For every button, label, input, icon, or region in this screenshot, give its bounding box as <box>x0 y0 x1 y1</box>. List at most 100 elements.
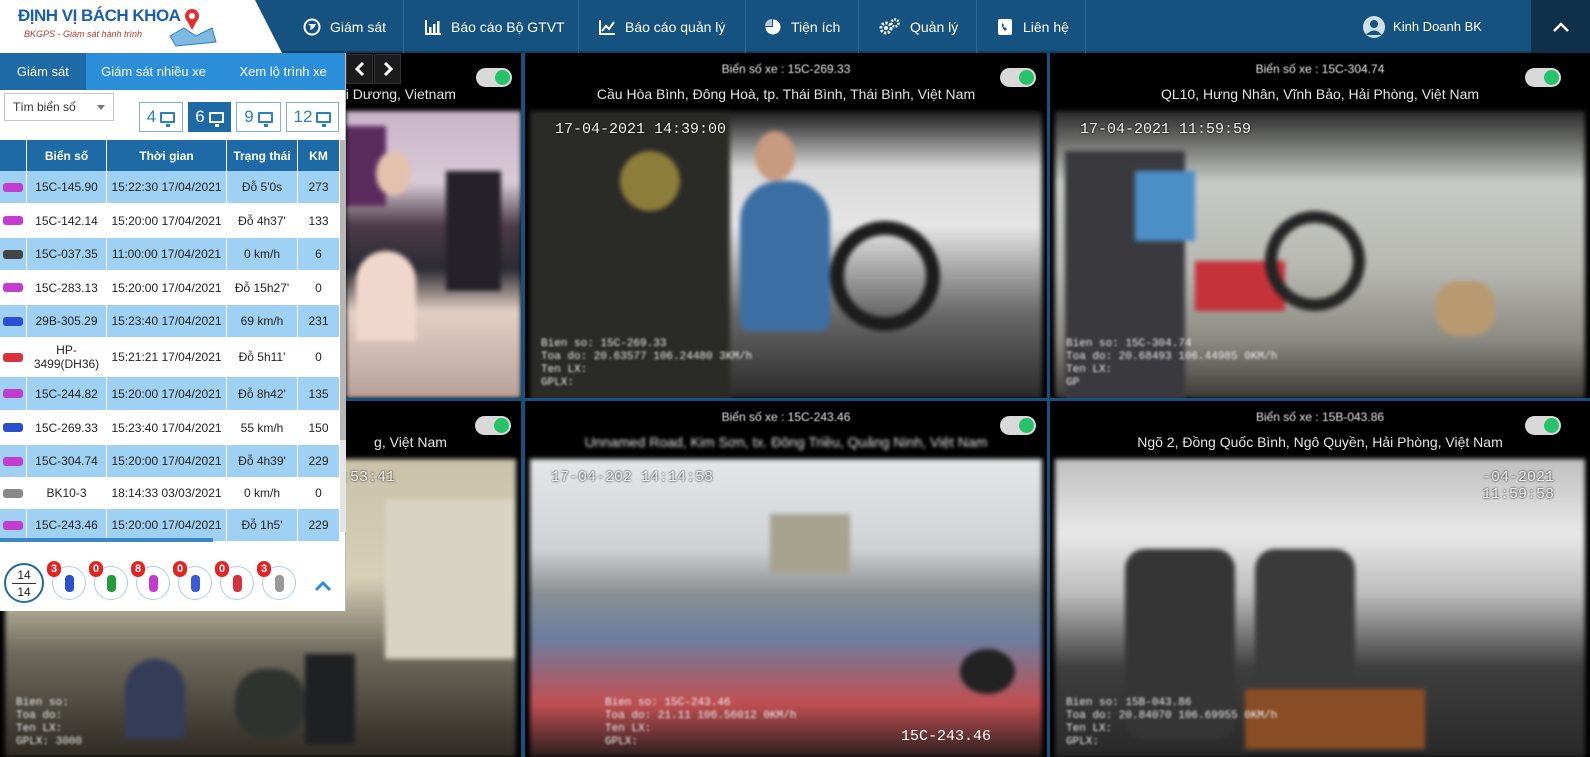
camera-tile-3[interactable]: Biển số xe : 15C-304.74 QL10, Hưng Nhân,… <box>1050 53 1590 398</box>
col-km[interactable]: KM <box>298 140 340 171</box>
table-row[interactable]: HP-3499(DH36) 15:21:21 17/04/2021 Đỗ 5h11'… <box>0 338 340 377</box>
grid-6-button[interactable]: 6 <box>188 102 231 132</box>
gears-icon <box>879 17 900 34</box>
table-row[interactable]: 15C-269.33 15:23:40 17/04/2021 55 km/h 150 <box>0 411 340 445</box>
grid-option-label: 9 <box>244 107 254 126</box>
nav-lien-he[interactable]: Liên hệ <box>996 0 1069 53</box>
camera-toggle[interactable] <box>475 416 511 435</box>
nav-divider <box>1085 0 1086 53</box>
vehicle-table: Biển số Thời gian Trạng thái KM 15C-145.… <box>0 140 340 542</box>
car-icon <box>148 574 158 592</box>
table-scrollbar[interactable] <box>340 140 346 532</box>
grid-divider <box>346 398 1590 401</box>
plate-search-select[interactable]: Tìm biển số <box>4 93 114 121</box>
camera-plate: Biển số xe : 15B-043.86 <box>1255 410 1385 424</box>
cell-plate: 15C-269.33 <box>27 411 107 444</box>
camera-tile-1[interactable]: ải Dương, Vietnam <box>346 53 521 398</box>
nav-bao-cao-quan-ly[interactable]: Báo cáo quản lý <box>598 0 725 53</box>
collapse-up-icon[interactable] <box>1531 0 1590 53</box>
prev-arrow-icon[interactable] <box>346 54 373 84</box>
camera-toggle[interactable] <box>1525 68 1561 87</box>
camera-overlay: Bien so: 15B-043.86 Toa do: 20.84070 106.… <box>1066 697 1278 748</box>
cell-plate: 15C-243.46 <box>27 509 107 541</box>
truck-icon <box>3 520 23 530</box>
camera-plate: Biển số xe : 15C-304.74 <box>1255 62 1385 76</box>
monitoring-panel: Giám sát Giám sát nhiều xe Xem lộ trình … <box>0 53 346 611</box>
user-name: Kinh Doanh BK <box>1393 19 1482 34</box>
camera-tile-5[interactable]: Biển số xe : 15C-243.46 Unnamed Road, Ki… <box>525 401 1047 757</box>
camera-timestamp: 17-04-2021 11:59:59 <box>1080 121 1252 138</box>
table-row[interactable]: 15C-304.74 15:20:00 17/04/2021 Đỗ 4h39' 229 <box>0 445 340 478</box>
car-icon <box>274 574 284 592</box>
cell-time: 11:00:00 17/04/2021 <box>107 238 227 270</box>
camera-timestamp: -04-2021 11:59:58 <box>1482 469 1555 503</box>
status-filter-6[interactable]: 3 <box>257 561 296 600</box>
status-filter-4[interactable]: 0 <box>173 561 212 600</box>
nav-tien-ich[interactable]: Tiện ích <box>764 0 840 53</box>
cell-plate: 15C-037.35 <box>27 238 107 270</box>
nav-giam-sat[interactable]: Giám sát <box>303 0 386 53</box>
cell-plate: BK10-3 <box>27 478 107 508</box>
table-row[interactable]: 15C-142.14 15:20:00 17/04/2021 Đỗ 4h37' 133 <box>0 204 340 238</box>
table-row[interactable]: 29B-305.29 15:23:40 17/04/2021 69 km/h 231 <box>0 305 340 338</box>
col-thoi-gian[interactable]: Thời gian <box>107 140 227 171</box>
grid-9-button[interactable]: 9 <box>236 102 281 132</box>
car-icon <box>3 283 23 292</box>
table-row[interactable]: 15C-037.35 11:00:00 17/04/2021 0 km/h 6 <box>0 238 340 271</box>
camera-address: QL10, Hưng Nhân, Vĩnh Bảo, Hải Phòng, Vi… <box>1160 86 1480 102</box>
camera-tile-6[interactable]: Biển số xe : 15B-043.86 Ngõ 2, Đồng Quốc… <box>1050 401 1590 757</box>
grid-4-button[interactable]: 4 <box>139 102 183 132</box>
status-count-badge: 8 <box>131 561 145 577</box>
total-online: 14 <box>17 567 31 582</box>
grid-option-label: 6 <box>195 107 205 126</box>
cell-km: 229 <box>298 509 340 541</box>
total-vehicles[interactable]: 14 14 <box>4 563 44 603</box>
tab-giam-sat-nhieu-xe[interactable]: Giám sát nhiều xe <box>85 53 222 90</box>
table-row[interactable]: BK10-3 18:14:33 03/03/2021 0 km/h 0 <box>0 478 340 509</box>
table-row[interactable]: 15C-283.13 15:20:00 17/04/2021 Đỗ 15h27' 0 <box>0 271 340 305</box>
pie-chart-icon <box>765 18 781 34</box>
cell-plate: 15C-283.13 <box>27 271 107 304</box>
status-filter-5[interactable]: 0 <box>215 561 254 600</box>
camera-tile-2[interactable]: Biển số xe : 15C-269.33 Cầu Hòa Bình, Đô… <box>525 53 1047 398</box>
horizontal-scrollbar[interactable] <box>0 538 213 542</box>
nav-bao-cao-bo-gtvt[interactable]: Báo cáo Bộ GTVT <box>424 0 565 53</box>
next-arrow-icon[interactable] <box>374 54 401 84</box>
camera-address: ải Dương, Vietnam <box>346 86 456 102</box>
table-row[interactable]: 15C-244.82 15:20:00 17/04/2021 Đỗ 8h42' 135 <box>0 377 340 411</box>
cell-plate: 15C-142.14 <box>27 204 107 237</box>
camera-toggle[interactable] <box>476 68 512 87</box>
camera-toggle[interactable] <box>1000 416 1036 435</box>
cell-km: 150 <box>298 411 340 444</box>
vehicle-type-icon <box>0 445 27 477</box>
expand-up-icon[interactable] <box>314 577 332 597</box>
nav-quan-ly[interactable]: Quản lý <box>879 0 958 53</box>
vehicle-type-icon <box>0 305 27 337</box>
grid-divider <box>521 53 525 757</box>
tab-giam-sat[interactable]: Giám sát <box>0 53 86 90</box>
camera-address: Ngõ 2, Đồng Quốc Bình, Ngô Quyền, Hải Ph… <box>1137 434 1503 450</box>
status-count-badge: 0 <box>173 561 187 577</box>
status-filter-3[interactable]: 8 <box>131 561 170 600</box>
status-filter-1[interactable]: 3 <box>47 561 86 600</box>
logo[interactable]: ĐỊNH VỊ BÁCH KHOA BKGPS - Giám sát hành … <box>0 0 282 53</box>
cell-time: 15:20:00 17/04/2021 <box>107 204 227 237</box>
cell-time: 15:20:00 17/04/2021 <box>107 377 227 410</box>
status-count-badge: 0 <box>215 561 229 577</box>
cell-plate: 15C-244.82 <box>27 377 107 410</box>
col-trang-thai[interactable]: Trạng thái <box>227 140 298 171</box>
status-filter-2[interactable]: 0 <box>89 561 128 600</box>
col-icon <box>0 140 27 171</box>
col-bien-so[interactable]: Biển số <box>27 140 107 171</box>
nav-label: Báo cáo quản lý <box>625 18 726 35</box>
user-menu[interactable]: Kinh Doanh BK <box>1315 0 1530 53</box>
camera-toggle[interactable] <box>1525 416 1561 435</box>
table-row[interactable]: 15C-145.90 15:22:30 17/04/2021 Đỗ 5'0s 273 <box>0 171 340 204</box>
cell-km: 229 <box>298 445 340 477</box>
tab-xem-lo-trinh-xe[interactable]: Xem lộ trình xe <box>221 53 345 90</box>
total-all: 14 <box>17 584 31 599</box>
grid-12-button[interactable]: 12 <box>286 102 339 132</box>
camera-toggle[interactable] <box>1000 68 1036 87</box>
cell-time: 15:23:40 17/04/2021 <box>107 305 227 337</box>
car-icon <box>3 389 23 398</box>
